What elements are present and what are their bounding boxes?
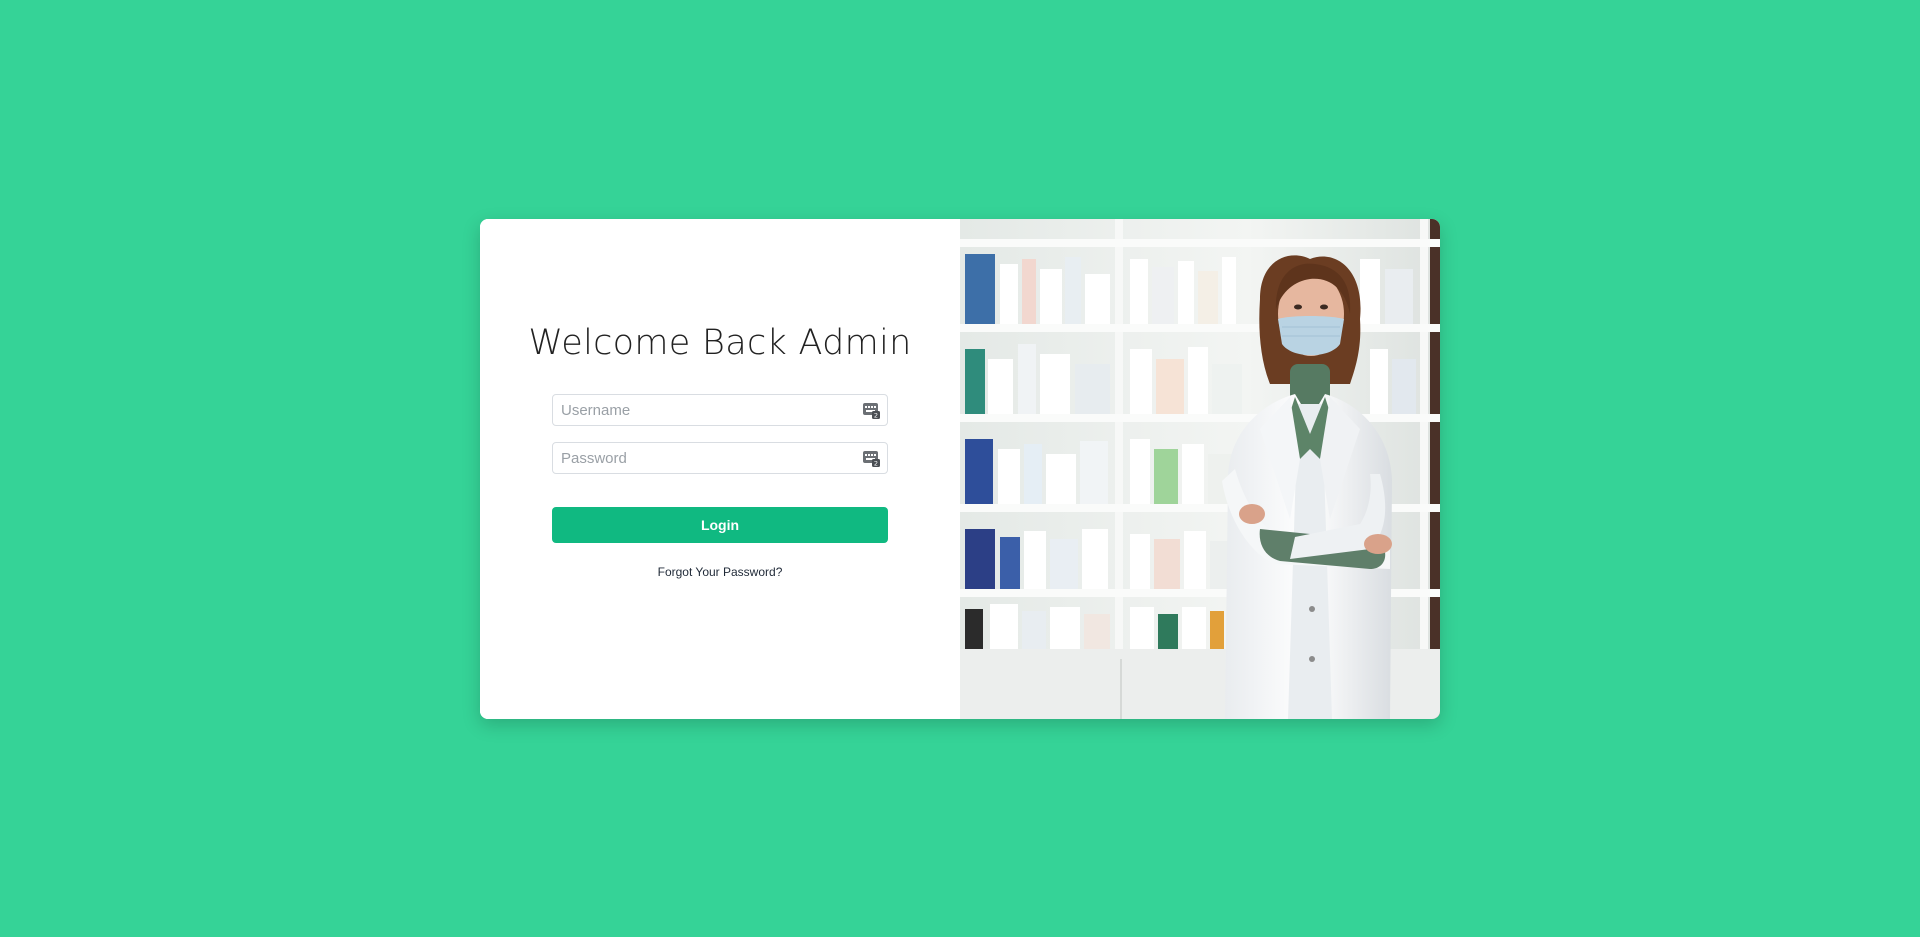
pharmacy-illustration xyxy=(960,219,1440,719)
page-title: Welcome Back Admin xyxy=(528,323,912,363)
svg-text:2: 2 xyxy=(874,412,878,420)
username-field[interactable]: 2 xyxy=(552,394,888,426)
forgot-password-link[interactable]: Forgot Your Password? xyxy=(480,565,960,579)
password-manager-icon[interactable]: 2 xyxy=(863,450,880,467)
login-button[interactable]: Login xyxy=(552,507,888,543)
pharmacist-photo xyxy=(960,219,1440,719)
password-input[interactable] xyxy=(553,443,851,473)
password-manager-icon[interactable]: 2 xyxy=(863,402,880,419)
login-card: Welcome Back Admin 2 xyxy=(480,219,1440,719)
password-field[interactable]: 2 xyxy=(552,442,888,474)
username-input[interactable] xyxy=(553,395,851,425)
svg-text:2: 2 xyxy=(874,460,878,468)
login-form-panel: Welcome Back Admin 2 xyxy=(480,219,960,719)
